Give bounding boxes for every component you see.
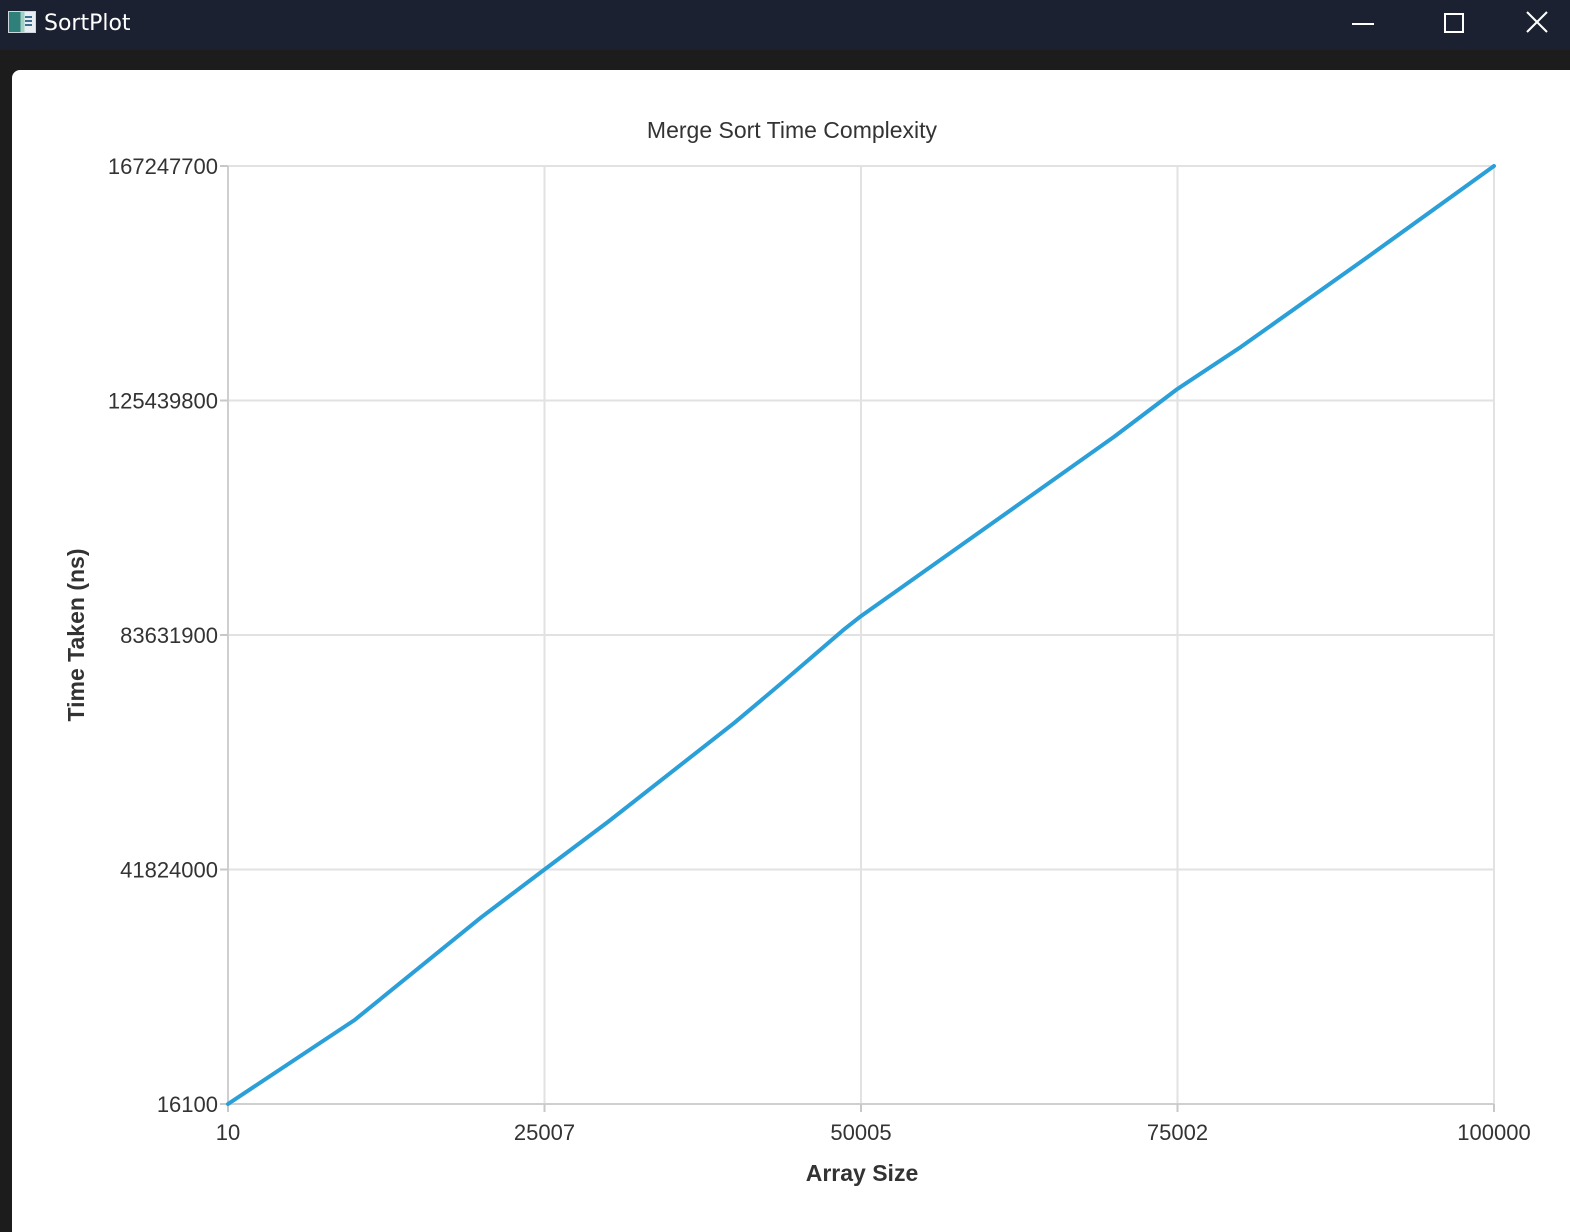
chart-app-icon [8,11,36,33]
minimize-button[interactable] [1328,0,1398,50]
maximize-icon [1444,13,1464,33]
x-tick-label: 50005 [830,1120,891,1145]
chart-panel: 16100 41824000 83631900 125439800 167247700 … [12,70,1570,1232]
y-tick-label: 125439800 [108,389,218,414]
window-title: SortPlot [44,11,131,36]
y-axis-ticks: 16100 41824000 83631900 125439800 167247700 [108,154,228,1117]
line-chart: 161004182400083631900125439800167247700 … [63,117,1531,1186]
y-tick-label: 83631900 [120,623,218,648]
title-bar[interactable]: SortPlot [0,0,1570,50]
y-tick-label: 167247700 [108,154,218,179]
minimize-icon [1352,23,1374,25]
x-tick-label: 25007 [514,1120,575,1145]
x-tick-label: 75002 [1147,1120,1208,1145]
close-icon [1526,11,1548,33]
y-tick-label: 16100 [157,1092,218,1117]
x-tick-label: 10 [216,1120,240,1145]
x-axis-ticks: 10 25007 50005 75002 100000 [216,1104,1531,1145]
x-axis-label: Array Size [806,1160,919,1186]
chart-title: Merge Sort Time Complexity [647,117,938,143]
grid-lines [227,165,1495,1105]
maximize-button[interactable] [1418,0,1488,50]
close-button[interactable] [1500,0,1570,50]
y-tick-label: 41824000 [120,858,218,883]
x-tick-label: 100000 [1457,1120,1530,1145]
app-window: SortPlot 16100 41824000 83631900 125439800 1… [0,0,1570,1232]
y-axis-label: Time Taken (ns) [63,549,89,722]
